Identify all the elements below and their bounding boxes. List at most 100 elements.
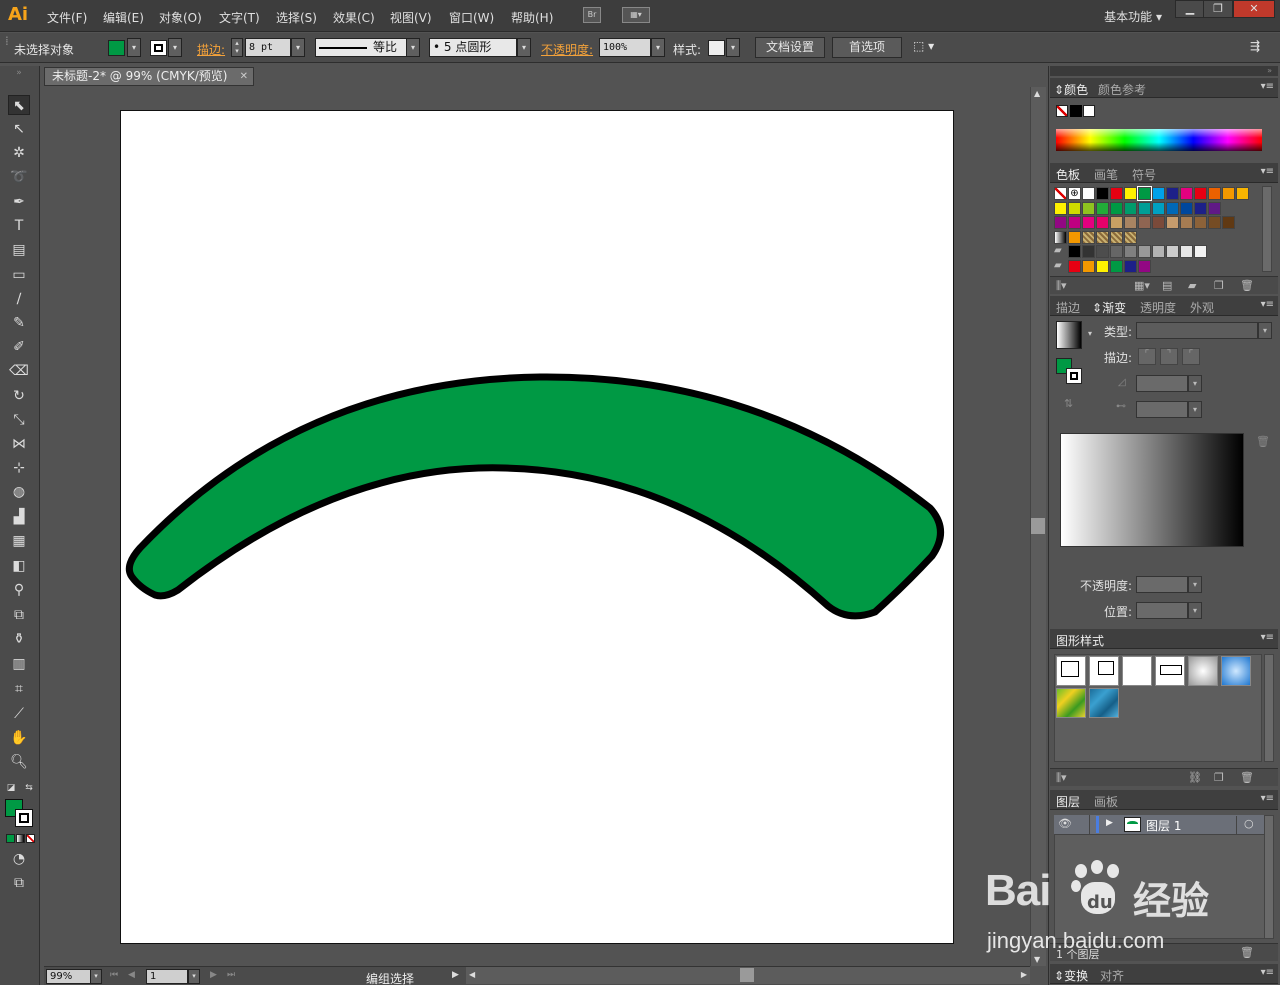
none-color-icon[interactable] <box>1056 105 1068 117</box>
graphic-style-none-stroke[interactable] <box>1089 656 1119 686</box>
swatch[interactable] <box>1068 259 1081 273</box>
break-link-icon[interactable]: ⛓ <box>1188 771 1202 784</box>
swatch[interactable] <box>1180 201 1193 215</box>
delete-graphic-style-icon[interactable]: 🗑︎ <box>1240 771 1254 784</box>
swatch[interactable] <box>1138 216 1151 229</box>
gradient-aspect-input[interactable] <box>1136 401 1188 418</box>
swatch[interactable] <box>1222 216 1235 229</box>
swatch-none[interactable] <box>1054 187 1067 200</box>
swatch[interactable] <box>1068 201 1081 215</box>
tab-align[interactable]: 对齐 <box>1100 967 1124 984</box>
show-kinds-icon[interactable]: ▦▾ <box>1134 279 1150 292</box>
dock-collapse-icon[interactable]: » <box>1050 66 1278 76</box>
tab-color-guide[interactable]: 颜色参考 <box>1098 81 1146 98</box>
swatch[interactable] <box>1166 201 1179 215</box>
swatch[interactable] <box>1137 186 1152 201</box>
swatch[interactable] <box>1152 245 1165 258</box>
swatch[interactable] <box>1096 201 1109 215</box>
swatch[interactable] <box>1096 259 1109 273</box>
swatch-pattern[interactable] <box>1124 230 1137 244</box>
swatch[interactable] <box>1194 216 1207 229</box>
gradient-aspect-dropdown-icon[interactable]: ▾ <box>1188 401 1202 418</box>
scroll-up-icon[interactable]: ▲ <box>1034 89 1040 98</box>
tab-gradient[interactable]: ⇕渐变 <box>1092 299 1126 316</box>
swatch[interactable] <box>1082 187 1095 200</box>
graphic-style-white[interactable] <box>1122 656 1152 686</box>
gradient-stroke-swatch[interactable] <box>1066 368 1082 384</box>
swatch[interactable] <box>1236 187 1249 200</box>
minimize-button[interactable]: ▁ <box>1175 0 1205 18</box>
swatch[interactable] <box>1194 201 1207 215</box>
swatch[interactable] <box>1208 201 1221 215</box>
swatch[interactable] <box>1054 216 1067 229</box>
tab-graphic-styles[interactable]: 图形样式 <box>1056 632 1104 649</box>
graphic-style-green-pattern[interactable] <box>1056 688 1086 718</box>
layers-scrollbar[interactable] <box>1264 815 1274 939</box>
swatch-library-icon[interactable]: ⫼▾ <box>1056 279 1067 293</box>
status-menu-icon[interactable]: ▶ <box>452 970 459 980</box>
swatch[interactable] <box>1068 245 1081 258</box>
swatch[interactable] <box>1110 216 1123 229</box>
zoom-dropdown-icon[interactable]: ▾ <box>90 969 102 984</box>
graphic-style-default[interactable] <box>1056 656 1086 686</box>
swatch-gradient[interactable] <box>1054 230 1067 244</box>
next-artboard-icon[interactable]: ▶ <box>210 970 217 980</box>
expand-layer-icon[interactable]: ▶ <box>1106 818 1113 828</box>
graphic-style-blue-gradient[interactable] <box>1221 656 1251 686</box>
tab-stroke[interactable]: 描边 <box>1056 299 1080 316</box>
tab-brushes[interactable]: 画笔 <box>1094 166 1118 183</box>
vertical-scroll-thumb[interactable] <box>1031 518 1045 534</box>
gradient-type-dropdown-icon[interactable]: ▾ <box>1258 322 1272 339</box>
swatch[interactable] <box>1054 201 1067 215</box>
swatch[interactable] <box>1208 187 1221 200</box>
last-artboard-icon[interactable]: ⏭ <box>227 970 235 980</box>
swatch[interactable] <box>1082 216 1095 229</box>
stroke-gradient-along-icon[interactable]: ⌝ <box>1160 348 1178 365</box>
swatch[interactable] <box>1194 245 1207 258</box>
tab-appearance[interactable]: 外观 <box>1190 299 1214 316</box>
swatch[interactable] <box>1096 216 1109 229</box>
color-group-folder-icon[interactable]: ▰ <box>1054 245 1067 258</box>
close-window-button[interactable]: ✕ <box>1233 0 1275 18</box>
swatch[interactable] <box>1096 245 1109 258</box>
swatch[interactable] <box>1180 245 1193 258</box>
graphic-styles-menu-icon[interactable]: ▾≡ <box>1261 632 1274 643</box>
gradient-thumbnail[interactable] <box>1056 321 1082 349</box>
swatch[interactable] <box>1138 201 1151 215</box>
swatch[interactable] <box>1110 201 1123 215</box>
color-panel-menu-icon[interactable]: ▾≡ <box>1261 81 1274 92</box>
prev-artboard-icon[interactable]: ◀ <box>128 970 135 980</box>
swatch-pattern[interactable] <box>1110 230 1123 244</box>
layer-name[interactable]: 图层 1 <box>1146 817 1181 834</box>
swatch[interactable] <box>1166 216 1179 229</box>
tab-transform[interactable]: ⇕变换 <box>1054 967 1088 984</box>
swatch[interactable] <box>1124 201 1137 215</box>
swatch[interactable] <box>1068 230 1081 244</box>
first-artboard-icon[interactable]: ⏮ <box>110 970 118 980</box>
zoom-input[interactable]: 99% <box>46 969 92 984</box>
artboard-number-input[interactable]: 1 <box>146 969 188 984</box>
gradient-type-select[interactable] <box>1136 322 1258 339</box>
swatch[interactable] <box>1124 245 1137 258</box>
graphic-style-double[interactable] <box>1155 656 1185 686</box>
swatch[interactable] <box>1082 259 1095 273</box>
stroke-gradient-within-icon[interactable]: ⌜ <box>1138 348 1156 365</box>
tab-swatches[interactable]: 色板 <box>1056 166 1080 183</box>
swatch[interactable] <box>1110 187 1123 200</box>
gradient-panel-menu-icon[interactable]: ▾≡ <box>1261 299 1274 310</box>
horizontal-scroll-thumb[interactable] <box>740 968 754 982</box>
scroll-right-icon[interactable]: ▶ <box>1021 970 1027 979</box>
graphic-style-gray-gradient[interactable] <box>1188 656 1218 686</box>
tab-color[interactable]: ⇕颜色 <box>1054 81 1088 98</box>
swatch[interactable] <box>1152 216 1165 229</box>
gradient-angle-input[interactable] <box>1136 375 1188 392</box>
workspace-switcher[interactable]: 基本功能 ▾ <box>1104 8 1162 25</box>
gradient-position-dropdown-icon[interactable]: ▾ <box>1188 602 1202 619</box>
swatch-options-icon[interactable]: ▤ <box>1162 279 1172 292</box>
graphic-style-blue-pattern[interactable] <box>1089 688 1119 718</box>
swatch[interactable] <box>1124 259 1137 273</box>
swatch-pattern[interactable] <box>1082 230 1095 244</box>
stroke-gradient-across-icon[interactable]: ⌜ <box>1182 348 1200 365</box>
swatch[interactable] <box>1152 201 1165 215</box>
delete-stop-icon[interactable]: 🗑︎ <box>1256 435 1270 448</box>
